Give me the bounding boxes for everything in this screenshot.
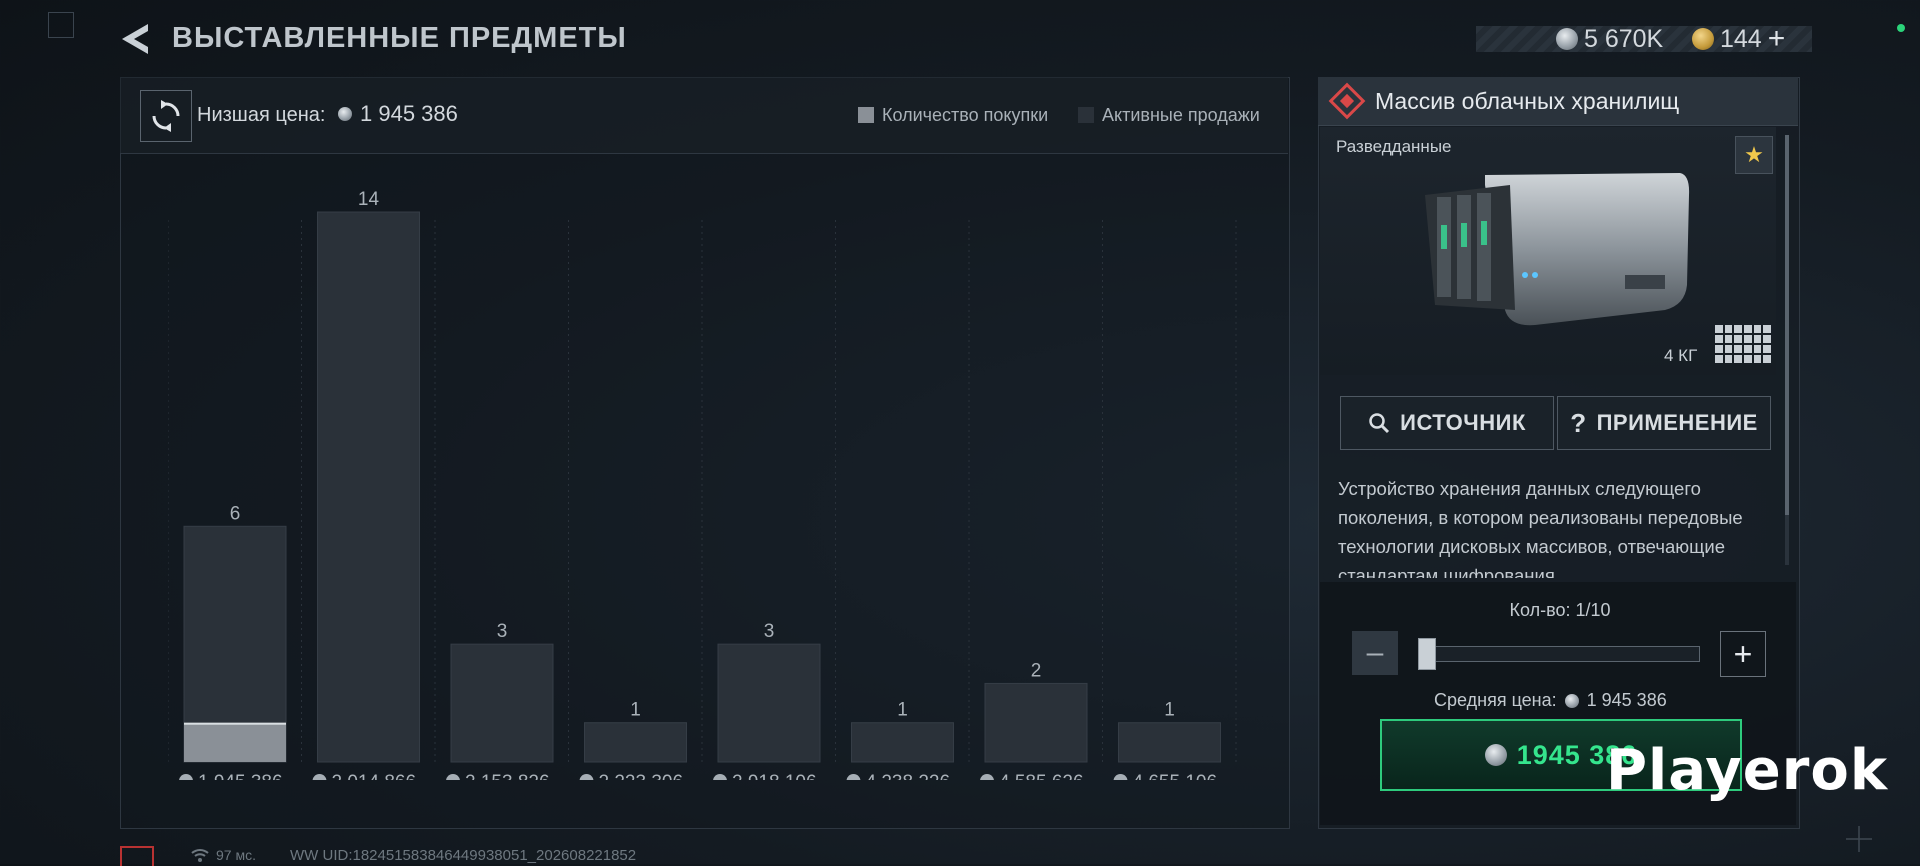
bar-active-sales[interactable] (584, 722, 687, 763)
silver-coin-icon (338, 107, 352, 121)
bar-active-sales[interactable] (717, 643, 821, 763)
page-title: ВЫСТАВЛЕННЫЕ ПРЕДМЕТЫ (172, 22, 627, 54)
watermark-logo: Playerok (1606, 738, 1889, 803)
bar-active-sales[interactable] (984, 682, 1088, 763)
back-arrow-icon[interactable] (118, 22, 152, 56)
add-currency-icon[interactable]: + (1768, 24, 1786, 54)
bar-value-label: 6 (230, 503, 241, 524)
price-tick-label: 2 153 826 (465, 772, 550, 780)
question-icon: ? (1570, 407, 1587, 438)
quantity-slider-handle[interactable] (1418, 638, 1436, 670)
increase-quantity-button[interactable]: + (1720, 631, 1766, 677)
legend-buy-qty-label: Количество покупки (882, 105, 1049, 125)
plus-icon: + (1733, 635, 1753, 672)
ping-indicator: 97 мс. (190, 847, 256, 863)
corner-square (48, 12, 74, 38)
price-tick-label: 4 655 106 (1133, 772, 1218, 780)
star-icon: ★ (1744, 142, 1764, 167)
silver-amount: 5 670K (1584, 25, 1664, 53)
silver-coin-icon (1564, 693, 1579, 708)
silver-coin-icon (1113, 774, 1128, 780)
legend-swatch-buy (858, 107, 874, 123)
price-tick-label: 4 585 626 (999, 772, 1084, 780)
scrollbar-thumb[interactable] (1785, 135, 1789, 515)
bar-buy-quantity-top (184, 722, 286, 725)
quantity-slider[interactable] (1420, 646, 1700, 662)
silver-coin-icon (1556, 28, 1578, 50)
usage-button-label: ПРИМЕНЕНИЕ (1596, 410, 1758, 435)
price-tick-label: 2 918 106 (732, 772, 817, 780)
silver-coin-icon (1484, 744, 1507, 766)
item-name: Массив облачных хранилищ (1375, 88, 1680, 114)
source-button[interactable]: ИСТОЧНИК (1340, 396, 1554, 450)
bar-value-label: 3 (764, 621, 775, 642)
average-price: Средняя цена: 1 945 386 (1434, 690, 1667, 711)
bar-active-sales[interactable] (851, 722, 954, 763)
bar-value-label: 2 (1031, 660, 1042, 681)
gold-coin-icon (1692, 28, 1714, 50)
bar-value-label: 1 (1164, 700, 1175, 721)
min-price-amount: 1 945 386 (360, 101, 458, 126)
bar-active-sales[interactable] (450, 643, 554, 763)
silver-coin-icon (312, 774, 327, 780)
legend-buy-qty: Количество покупки (858, 104, 1048, 126)
bar-value-label: 14 (358, 189, 380, 210)
silver-coin-icon (579, 774, 594, 780)
decrease-quantity-button[interactable]: – (1352, 631, 1398, 675)
silver-coin-icon (846, 774, 861, 780)
bar-value-label: 1 (630, 700, 641, 721)
refresh-icon (152, 100, 180, 132)
price-chart: 6 1 945 386 14 2 014 866 3 2 153 826 1 2 223 30… (168, 189, 1237, 780)
gold-amount: 144 (1720, 25, 1762, 53)
min-price-value: 1 945 386 (338, 99, 458, 129)
item-description: Устройство хранения данных следующего по… (1338, 478, 1743, 578)
bar-buy-quantity (184, 722, 286, 762)
average-price-value: 1 945 386 (1586, 690, 1667, 710)
price-tick-label: 1 945 386 (198, 772, 283, 780)
wifi-icon (191, 849, 209, 862)
favorite-button[interactable]: ★ (1735, 136, 1773, 174)
source-button-label: ИСТОЧНИК (1400, 410, 1526, 435)
usage-button[interactable]: ? ПРИМЕНЕНИЕ (1557, 396, 1771, 450)
silver-currency: 5 670K (1556, 24, 1663, 54)
silver-coin-icon (713, 774, 727, 780)
average-price-label: Средняя цена: (1434, 690, 1557, 710)
bar-active-sales[interactable] (1118, 722, 1221, 763)
battery-icon (120, 846, 154, 866)
item-category: Разведданные (1336, 137, 1452, 156)
status-dot-icon (1897, 24, 1905, 32)
gold-currency: 144 + (1692, 24, 1785, 54)
legend-active-sales: Активные продажи (1078, 104, 1260, 126)
search-icon (1369, 413, 1390, 434)
price-tick-label: 2 014 866 (332, 772, 417, 780)
price-tick-label: 4 238 226 (866, 772, 951, 780)
legend-swatch-active (1078, 107, 1094, 123)
quantity-label: Кол-во: 1/10 (1509, 600, 1611, 620)
min-price-label: Низшая цена: (197, 104, 326, 126)
ping-value: 97 мс. (216, 847, 256, 863)
item-weight: 4 КГ (1664, 346, 1698, 365)
minus-icon: – (1366, 636, 1384, 669)
silver-coin-icon (980, 774, 994, 780)
silver-coin-icon (179, 774, 193, 780)
bar-value-label: 1 (897, 700, 908, 721)
bar-value-label: 3 (497, 621, 508, 642)
legend-active-sales-label: Активные продажи (1102, 105, 1260, 125)
server-array-image (1425, 173, 1690, 326)
price-tick-label: 2 223 306 (599, 772, 684, 780)
crosshair-icon (1846, 826, 1872, 852)
refresh-button[interactable] (140, 90, 192, 142)
user-uid: WW UID:18245158384644993805­1_2026082218… (290, 847, 637, 864)
bar-active-sales[interactable] (317, 211, 420, 763)
silver-coin-icon (446, 774, 460, 780)
inventory-size-icon (1715, 325, 1771, 363)
